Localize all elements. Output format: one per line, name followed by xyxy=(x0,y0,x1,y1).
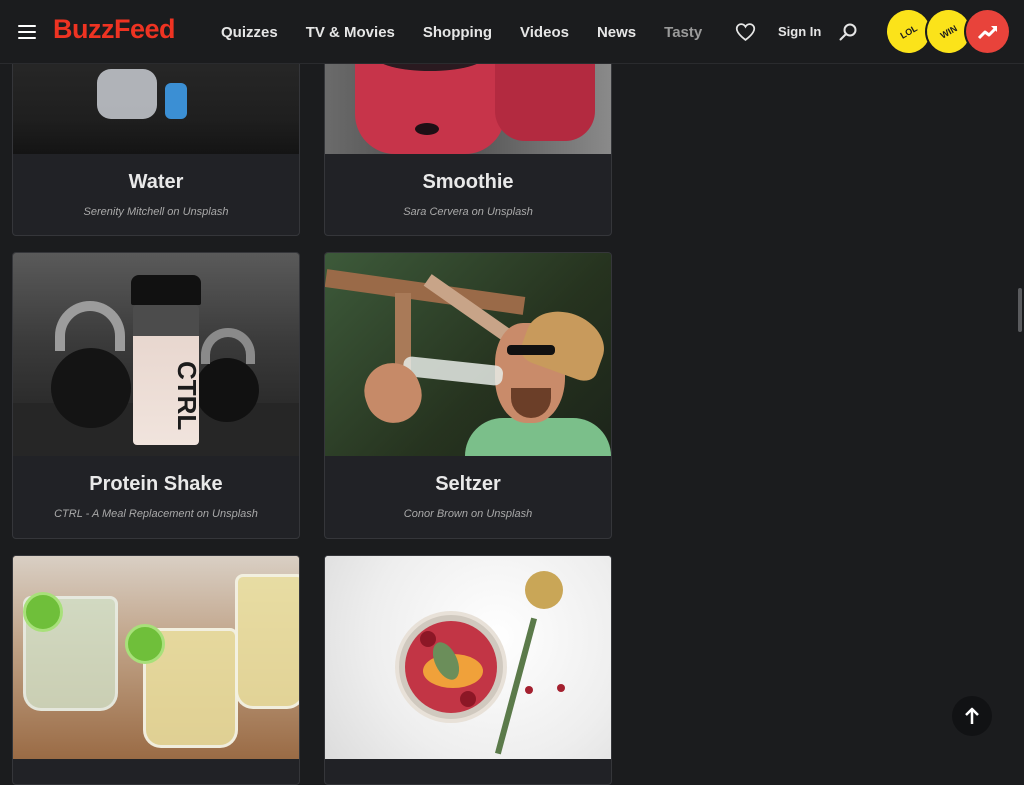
scrollbar-thumb[interactable] xyxy=(1018,288,1022,332)
card-title: Seltzer xyxy=(435,473,501,495)
card-cranberry-cocktail[interactable] xyxy=(324,555,612,785)
card-image: CTRL xyxy=(13,253,299,456)
sign-in-link[interactable]: Sign In xyxy=(778,24,821,39)
card-protein-shake[interactable]: CTRL Protein Shake CTRL - A Meal Replace… xyxy=(12,252,300,539)
card-image xyxy=(325,253,611,456)
arrow-up-icon xyxy=(965,707,979,724)
card-title: Protein Shake xyxy=(89,473,223,495)
card-image xyxy=(325,556,611,759)
buzzfeed-logo[interactable]: BuzzFeed xyxy=(53,14,176,45)
trending-badge[interactable] xyxy=(966,10,1009,53)
top-navigation: BuzzFeed Quizzes TV & Movies Shopping Vi… xyxy=(0,0,1024,64)
nav-item-news[interactable]: News xyxy=(597,24,636,41)
nav-item-shopping[interactable]: Shopping xyxy=(423,24,492,41)
heart-icon[interactable] xyxy=(735,22,756,42)
trending-icon xyxy=(977,25,997,39)
search-icon[interactable] xyxy=(838,22,858,42)
card-credit: CTRL - A Meal Replacement on Unsplash xyxy=(54,508,258,520)
card-credit: Conor Brown on Unsplash xyxy=(403,508,533,520)
card-image xyxy=(13,556,299,759)
card-credit: Sara Cervera on Unsplash xyxy=(403,206,533,218)
nav-item-tv-movies[interactable]: TV & Movies xyxy=(306,24,395,41)
card-title: Water xyxy=(128,171,184,193)
card-credit: Serenity Mitchell on Unsplash xyxy=(83,206,229,218)
nav-item-tasty[interactable]: Tasty xyxy=(664,24,702,41)
card-seltzer[interactable]: Seltzer Conor Brown on Unsplash xyxy=(324,252,612,539)
nav-item-videos[interactable]: Videos xyxy=(520,24,569,41)
hamburger-icon[interactable] xyxy=(18,25,36,39)
nav-links: Quizzes TV & Movies Shopping Videos News… xyxy=(221,0,730,64)
back-to-top-button[interactable] xyxy=(952,696,992,736)
card-margarita[interactable] xyxy=(12,555,300,785)
card-title: Smoothie xyxy=(422,171,514,193)
nav-item-quizzes[interactable]: Quizzes xyxy=(221,24,278,41)
